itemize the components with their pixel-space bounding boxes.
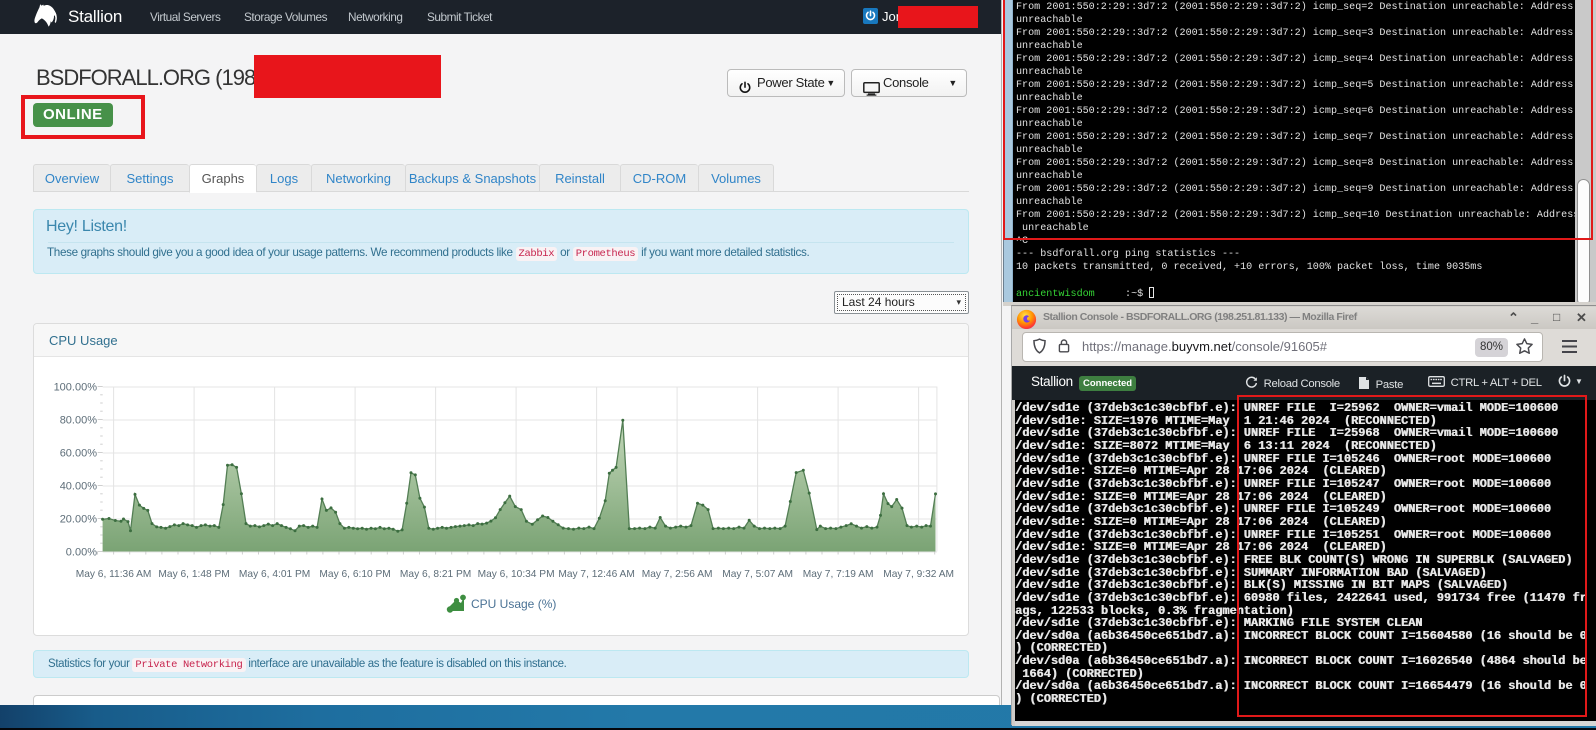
svg-text:20.00%: 20.00% [60,514,98,526]
svg-text:May 6, 10:34 PM: May 6, 10:34 PM [478,569,555,580]
svg-text:May 7, 5:07 AM: May 7, 5:07 AM [722,569,793,580]
svg-text:CPU Usage (%): CPU Usage (%) [471,597,556,611]
svg-text:May 6, 1:48 PM: May 6, 1:48 PM [158,569,229,580]
svg-text:May 7, 2:56 AM: May 7, 2:56 AM [642,569,713,580]
svg-text:May 6, 4:01 PM: May 6, 4:01 PM [239,569,310,580]
svg-text:May 7, 7:19 AM: May 7, 7:19 AM [803,569,874,580]
svg-text:0.00%: 0.00% [66,547,97,559]
svg-text:40.00%: 40.00% [60,481,98,493]
svg-text:100.00%: 100.00% [54,382,98,394]
svg-text:May 7, 12:46 AM: May 7, 12:46 AM [558,569,634,580]
svg-text:May 6, 6:10 PM: May 6, 6:10 PM [319,569,390,580]
svg-text:60.00%: 60.00% [60,448,98,460]
svg-text:May 6, 11:36 AM: May 6, 11:36 AM [76,569,152,580]
svg-text:May 6, 8:21 PM: May 6, 8:21 PM [400,569,471,580]
svg-text:80.00%: 80.00% [60,415,98,427]
svg-text:May 7, 9:32 AM: May 7, 9:32 AM [883,569,954,580]
